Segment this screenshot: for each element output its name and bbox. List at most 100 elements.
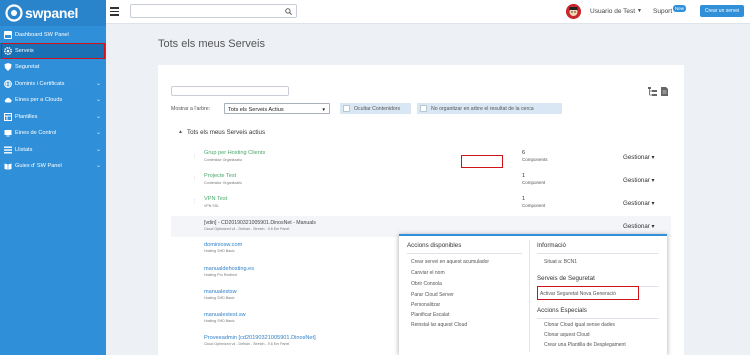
manage-button[interactable]: Gestionar ▾ [623, 154, 655, 161]
drag-handle-icon[interactable]: ⋮ [192, 199, 197, 205]
menu-toggle-icon[interactable] [110, 7, 119, 16]
chevron-down-icon: ⌄ [95, 130, 101, 136]
sidebar-item-seguretat[interactable]: Seguretat [0, 59, 106, 75]
sidebar-item-label: Dashboard SW Panel [15, 32, 69, 38]
checkbox[interactable] [343, 105, 350, 112]
user-avatar-icon [566, 4, 581, 19]
manage-button[interactable]: Gestionar ▾ [623, 177, 655, 184]
sidebar-item-dashboard[interactable]: Dashboard SW Panel [0, 27, 106, 43]
divider [537, 253, 659, 254]
chevron-down-icon: ⌄ [95, 81, 101, 87]
component-count: 6 [522, 150, 526, 156]
component-count-label: Components [522, 157, 548, 162]
service-type: Hosting SHD Basic [204, 296, 235, 300]
page-title: Tots els meus Serveis [158, 38, 265, 50]
drag-handle-icon[interactable]: ⋮ [192, 176, 197, 182]
support-link[interactable]: Suport [653, 8, 672, 15]
component-count: 1 [522, 196, 526, 202]
global-search-input[interactable] [130, 4, 297, 18]
sidebar-item-label: Plantilles [15, 114, 38, 120]
sidebar-item-label: Eines per a Clouds [15, 97, 63, 103]
divider [529, 240, 530, 352]
group-type: VPN SSL [204, 204, 220, 208]
manage-label: Gestionar [623, 200, 650, 207]
highlight-box-serveis [1, 43, 105, 59]
menu-item[interactable]: Personalitzar [411, 302, 440, 308]
service-type: Cloud Optimized v4 - Debian - Stretch - … [204, 342, 290, 346]
checkbox[interactable] [420, 105, 427, 112]
chevron-down-icon: ⌄ [95, 97, 101, 103]
document-icon[interactable] [661, 87, 668, 96]
no-organize-toggle[interactable]: No organitzar en arbre el resultat de la… [417, 103, 562, 114]
component-count-label: Component [522, 203, 546, 208]
swpanel-logo-icon [5, 4, 23, 22]
logo[interactable]: swpanel [0, 0, 106, 26]
list-icon [4, 146, 12, 154]
menu-item[interactable]: Reinstal·lar aquest Cloud [411, 322, 467, 328]
service-type: Hosting SHD Basic [204, 249, 235, 253]
menu-item[interactable]: Obrir Consola [411, 281, 442, 287]
service-name[interactable]: Proveeadmin [cd20190321005901.DinosNet] [204, 335, 316, 341]
template-icon [4, 113, 12, 121]
book-icon [4, 163, 12, 170]
menu-item[interactable]: Crear una Plantilla de Desplegament [544, 342, 626, 348]
service-name[interactable]: dominiosw.com [204, 242, 242, 248]
brand-name: swpanel [25, 5, 79, 21]
menu-item[interactable]: Clonar Cloud igual sense dades [544, 322, 615, 328]
manage-label: Gestionar [623, 223, 650, 230]
menu-item[interactable]: Canviar el nom [411, 270, 445, 276]
menu-item[interactable]: Planificar Escalat [411, 312, 449, 318]
sidebar-item-label: Dominis i Certificats [15, 81, 65, 87]
sort-tree-icon[interactable] [648, 87, 657, 96]
location-info: Situat a: BCN1 [544, 259, 578, 265]
sidebar-item-plantilles[interactable]: Plantilles ⌄ [0, 109, 106, 125]
menu-item[interactable]: Crear servei en aquest acumulador [411, 259, 489, 265]
manage-button[interactable]: Gestionar ▾ [623, 223, 655, 230]
service-name[interactable]: [vdin] - CD20190321005901.DinosNet - Man… [204, 220, 316, 226]
group-name[interactable]: Projecte Test [204, 173, 236, 179]
sidebar-item-eines-clouds[interactable]: Eines per a Clouds ⌄ [0, 92, 106, 108]
sidebar-item-label: Seguretat [15, 64, 40, 70]
globe-icon [4, 80, 12, 88]
sidebar-item-eines-control[interactable]: Eines de Control ⌄ [0, 125, 106, 141]
no-organize-label: No organitzar en arbre el resultat de la… [431, 106, 534, 112]
dashboard-icon [4, 31, 12, 39]
sidebar-item-guies[interactable]: Guies d' SW Panel ⌄ [0, 158, 106, 174]
group-type: Contenidor Organitzatiu [204, 158, 242, 162]
divider [537, 318, 659, 319]
drag-handle-icon[interactable]: ⋮ [192, 153, 197, 159]
highlight-box-activate-security [537, 286, 639, 300]
group-name[interactable]: Grup per Hosting Clients [204, 150, 265, 156]
caret-down-icon[interactable]: ▼ [637, 8, 642, 14]
menu-item[interactable]: Parar Cloud Server [411, 292, 454, 298]
tree-filter-label: Mostrar a l'arbre: [171, 106, 211, 112]
services-search-input[interactable] [171, 86, 289, 96]
tree-filter-value: Tots els Serveis Actius [228, 106, 284, 113]
create-service-button[interactable]: Crear un servei [700, 5, 744, 17]
service-type: Hosting SHD Basic [204, 319, 235, 323]
group-name[interactable]: VPN Test [204, 196, 227, 202]
service-name[interactable]: manualdehosting.es [204, 266, 254, 272]
manage-button[interactable]: Gestionar ▾ [623, 200, 655, 207]
hide-containers-label: Ocultar Contenidors [354, 106, 401, 112]
menu-item[interactable]: Clonar aquest Cloud [544, 332, 590, 338]
search-icon[interactable] [285, 8, 292, 15]
shield-icon [4, 63, 12, 71]
special-title: Accions Especials [537, 307, 587, 314]
sidebar-item-label: Llistats [15, 147, 33, 153]
service-name[interactable]: manualestsw [204, 289, 237, 295]
user-name[interactable]: Usuario de Test [590, 8, 635, 15]
actions-title: Accions disponibles [407, 242, 462, 249]
hide-containers-toggle[interactable]: Ocultar Contenidors [340, 103, 411, 114]
collapse-caret-icon[interactable]: ▲ [178, 129, 183, 135]
group-type: Contenidor Organitzatiu [204, 181, 242, 185]
avatar[interactable] [566, 4, 581, 19]
caret-down-icon: ▼ [321, 106, 326, 112]
security-title: Serveis de Seguretat [537, 275, 595, 282]
sidebar-item-dominis[interactable]: Dominis i Certificats ⌄ [0, 76, 106, 92]
service-name[interactable]: manualestest.sw [204, 312, 246, 318]
sidebar: swpanel Dashboard SW Panel Serveis Segur… [0, 0, 106, 355]
sidebar-item-llistats[interactable]: Llistats ⌄ [0, 142, 106, 158]
chevron-down-icon: ⌄ [95, 163, 101, 169]
tree-filter-select[interactable]: Tots els Serveis Actius ▼ [224, 103, 330, 114]
